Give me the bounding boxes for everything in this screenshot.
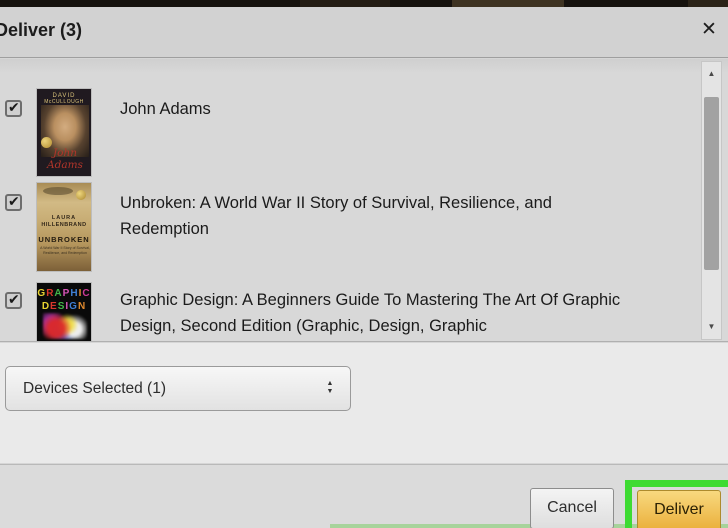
scroll-up-icon[interactable]: ▲ bbox=[702, 62, 721, 86]
book-list: ✔ DAVID McCULLOUGH John Adams John Adams… bbox=[0, 59, 728, 342]
cover-subtitle: A World War II Story of Survival, Resili… bbox=[40, 246, 90, 255]
scrollbar-thumb[interactable] bbox=[704, 97, 719, 270]
cover-medallion bbox=[76, 190, 86, 200]
book-checkbox[interactable]: ✔ bbox=[5, 292, 22, 309]
background-page-content bbox=[300, 0, 390, 7]
scroll-down-icon[interactable]: ▼ bbox=[702, 315, 721, 339]
check-icon: ✔ bbox=[8, 193, 20, 210]
cover-title-line: GRAPHIC bbox=[37, 287, 91, 300]
dropdown-down-icon: ▼ bbox=[327, 388, 334, 395]
book-cover-john-adams: DAVID McCULLOUGH John Adams bbox=[36, 88, 92, 177]
check-icon: ✔ bbox=[8, 291, 20, 308]
dropdown-arrows-icon: ▲ ▼ bbox=[325, 380, 335, 396]
cover-author-line: LAURA bbox=[37, 215, 91, 221]
cover-author-line: HILLENBRAND bbox=[37, 222, 91, 228]
close-icon[interactable]: ✕ bbox=[697, 17, 721, 43]
cover-title-line: DESIGN bbox=[37, 300, 91, 313]
cover-title: UNBROKEN bbox=[37, 235, 91, 244]
list-scrollbar[interactable]: ▲ ▼ bbox=[701, 61, 722, 340]
book-title: Unbroken: A World War II Story of Surviv… bbox=[120, 190, 625, 242]
book-row-unbroken[interactable]: ✔ LAURA HILLENBRAND UNBROKEN A World War… bbox=[0, 182, 680, 276]
devices-selected-value: Devices Selected (1) bbox=[23, 380, 166, 397]
dropdown-up-icon: ▲ bbox=[327, 380, 334, 387]
deliver-modal: Deliver (3) ✕ ✔ DAVID McCULLOUGH John Ad… bbox=[0, 7, 728, 528]
check-icon: ✔ bbox=[8, 99, 20, 116]
green-highlight-box: Deliver bbox=[625, 480, 728, 528]
modal-footer: Cancel Deliver bbox=[0, 464, 728, 528]
book-checkbox[interactable]: ✔ bbox=[5, 100, 22, 117]
devices-selected-dropdown[interactable]: Devices Selected (1) ▲ ▼ bbox=[5, 366, 351, 411]
device-select-section: Devices Selected (1) ▲ ▼ bbox=[0, 343, 728, 463]
cover-title-script: John Adams bbox=[45, 147, 85, 171]
book-checkbox[interactable]: ✔ bbox=[5, 194, 22, 211]
cover-color-burst bbox=[43, 313, 87, 339]
background-page-content bbox=[688, 0, 728, 7]
book-title: John Adams bbox=[120, 96, 625, 122]
book-row-graphic-design[interactable]: ✔ GRAPHIC DESIGN Graphic Design: A Begin… bbox=[0, 282, 680, 342]
book-cover-graphic-design: GRAPHIC DESIGN bbox=[36, 282, 92, 342]
book-cover-unbroken: LAURA HILLENBRAND UNBROKEN A World War I… bbox=[36, 182, 92, 272]
deliver-button[interactable]: Deliver bbox=[637, 490, 721, 528]
book-title: Graphic Design: A Beginners Guide To Mas… bbox=[120, 287, 625, 339]
deliver-dialog-screen: Deliver (3) ✕ ✔ DAVID McCULLOUGH John Ad… bbox=[0, 0, 728, 528]
cancel-button[interactable]: Cancel bbox=[530, 488, 614, 528]
background-page-content bbox=[452, 0, 564, 7]
modal-title: Deliver (3) bbox=[0, 20, 82, 41]
background-page bbox=[0, 0, 728, 7]
modal-header: Deliver (3) ✕ bbox=[0, 7, 728, 58]
cover-cloud bbox=[43, 187, 73, 195]
book-row-john-adams[interactable]: ✔ DAVID McCULLOUGH John Adams John Adams bbox=[0, 88, 680, 182]
